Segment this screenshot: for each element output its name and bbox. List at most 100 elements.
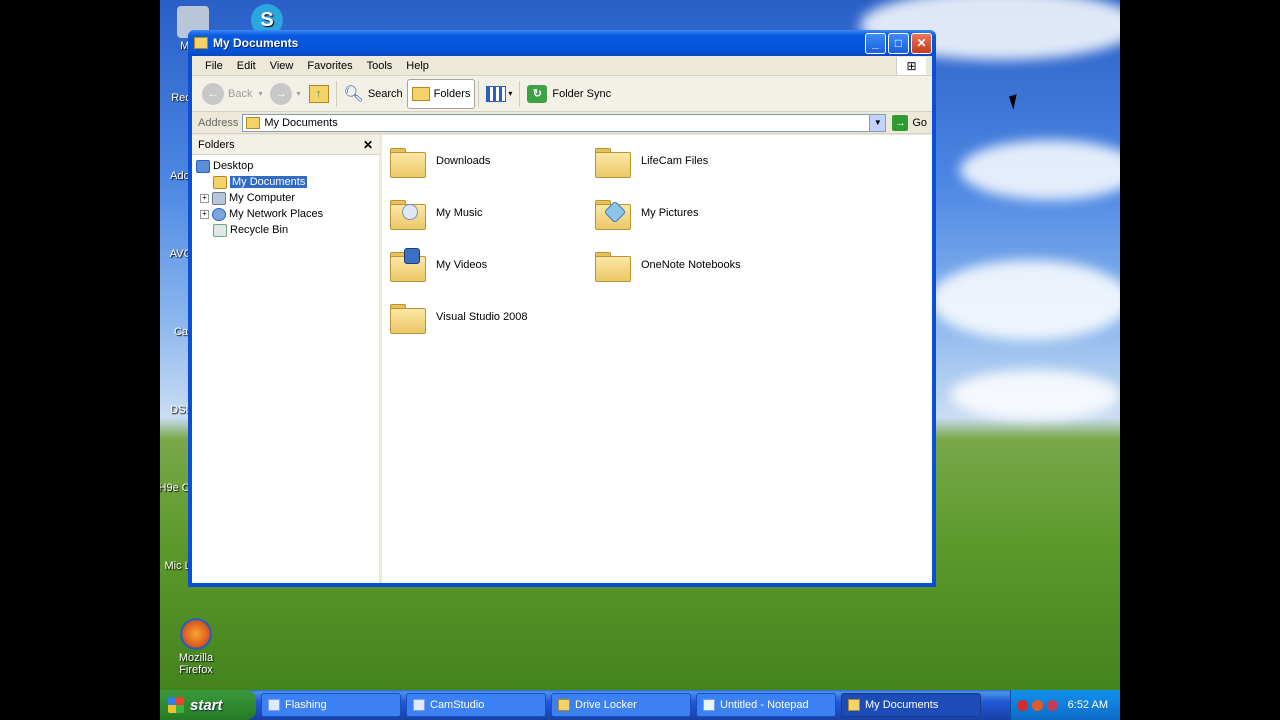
- folders-button[interactable]: Folders: [406, 78, 476, 109]
- windows-flag-icon: [168, 697, 184, 713]
- go-arrow-icon: →: [892, 114, 909, 131]
- chevron-down-icon: ▾: [258, 89, 263, 98]
- tree-item-network-places[interactable]: + My Network Places: [192, 206, 379, 222]
- menu-file[interactable]: File: [198, 60, 230, 72]
- windows-logo-icon: ⊞: [896, 57, 926, 75]
- explorer-window: My Documents _ □ ✕ File Edit View Favori…: [188, 30, 936, 587]
- folder-item-my-pictures[interactable]: My Pictures: [595, 193, 795, 233]
- menu-view[interactable]: View: [263, 60, 301, 72]
- taskbar-item-drive-locker[interactable]: Drive Locker: [551, 693, 691, 717]
- music-folder-icon: [390, 198, 426, 230]
- firefox-icon: [180, 618, 212, 650]
- address-value: My Documents: [264, 116, 338, 129]
- folder-icon: [848, 699, 860, 711]
- folder-icon: [390, 146, 426, 178]
- chevron-down-icon: ▾: [508, 89, 513, 98]
- chevron-down-icon: ▾: [296, 89, 301, 98]
- videos-folder-icon: [390, 248, 426, 282]
- folders-pane-header: Folders ✕: [192, 135, 379, 155]
- app-icon: [268, 699, 280, 711]
- back-button[interactable]: ← Back ▾: [198, 79, 266, 109]
- network-tray-icon[interactable]: [1031, 699, 1043, 711]
- cloud: [950, 370, 1120, 420]
- folder-icon: [390, 302, 426, 334]
- picture-icon: [603, 200, 627, 224]
- folder-tree: Desktop My Documents + My Computer + My …: [192, 155, 379, 238]
- search-icon: 🔍︎: [343, 85, 364, 103]
- menu-favorites[interactable]: Favorites: [300, 60, 359, 72]
- folder-item-downloads[interactable]: Downloads: [390, 141, 590, 181]
- tree-item-desktop[interactable]: Desktop: [192, 158, 379, 174]
- notepad-icon: [703, 699, 715, 711]
- folder-item-onenote-notebooks[interactable]: OneNote Notebooks: [595, 245, 795, 285]
- menu-help[interactable]: Help: [399, 60, 436, 72]
- taskbar-item-camstudio[interactable]: CamStudio: [406, 693, 546, 717]
- views-icon: [486, 85, 507, 102]
- title-bar[interactable]: My Documents _ □ ✕: [188, 30, 936, 56]
- up-button[interactable]: ↑: [305, 79, 333, 109]
- close-icon[interactable]: ✕: [363, 138, 373, 152]
- toolbar-separator: [335, 80, 337, 107]
- menu-edit[interactable]: Edit: [230, 60, 263, 72]
- folder-icon: [558, 699, 570, 711]
- cloud: [930, 260, 1120, 340]
- taskbar-item-flashing[interactable]: Flashing: [261, 693, 401, 717]
- address-input[interactable]: My Documents ▼: [242, 113, 887, 132]
- expand-icon[interactable]: +: [200, 209, 209, 219]
- letterbox-right: [1120, 0, 1280, 720]
- sync-icon: ↻: [527, 84, 548, 103]
- folder-icon: [194, 37, 208, 49]
- menu-bar: File Edit View Favorites Tools Help ⊞: [192, 56, 932, 76]
- forward-arrow-icon: →: [270, 82, 293, 105]
- cloud: [960, 140, 1120, 200]
- desktop-icon: [196, 159, 210, 173]
- maximize-button[interactable]: □: [888, 32, 909, 54]
- tray-app-icon[interactable]: [1046, 699, 1058, 711]
- address-dropdown-button[interactable]: ▼: [869, 114, 886, 131]
- folder-item-my-videos[interactable]: My Videos: [390, 245, 590, 285]
- folders-pane-title: Folders: [198, 138, 235, 151]
- address-label: Address: [198, 116, 239, 129]
- clock: 6:52 AM: [1067, 699, 1108, 711]
- taskbar-item-notepad[interactable]: Untitled - Notepad: [696, 693, 836, 717]
- folder-up-icon: ↑: [308, 84, 329, 103]
- back-arrow-icon: ←: [202, 82, 224, 105]
- folder-item-visual-studio-2008[interactable]: Visual Studio 2008: [390, 297, 590, 337]
- system-tray: 6:52 AM: [1010, 690, 1120, 720]
- folder-icon: [595, 146, 631, 178]
- start-button[interactable]: start: [160, 690, 256, 720]
- folder-icon: [213, 175, 227, 189]
- menu-tools[interactable]: Tools: [360, 60, 400, 72]
- recycle-bin-icon: [213, 223, 227, 237]
- film-icon: [404, 248, 420, 264]
- close-button[interactable]: ✕: [911, 32, 932, 54]
- taskbar-item-my-documents[interactable]: My Documents: [841, 693, 981, 717]
- desktop: My C Rec Adob AVG Ca DSL H9e Cor Mic Lif…: [160, 0, 1120, 720]
- security-shield-icon[interactable]: [1016, 699, 1028, 711]
- go-button[interactable]: → Go: [892, 114, 927, 131]
- folder-item-my-music[interactable]: My Music: [390, 193, 590, 233]
- folders-pane: Folders ✕ Desktop My Documents + My Comp…: [192, 135, 382, 583]
- tree-item-my-computer[interactable]: + My Computer: [192, 190, 379, 206]
- folders-icon: [411, 86, 430, 101]
- folder-sync-button[interactable]: ↻ Folder Sync: [523, 79, 615, 109]
- forward-button[interactable]: → ▾: [266, 79, 304, 109]
- folder-item-lifecam-files[interactable]: LifeCam Files: [595, 141, 795, 181]
- toolbar: ← Back ▾ → ▾ ↑ 🔍︎ Search Folders ▾ ↻ Fol…: [192, 76, 932, 112]
- pictures-folder-icon: [595, 198, 631, 230]
- minimize-button[interactable]: _: [865, 32, 886, 54]
- music-note-icon: [402, 204, 418, 220]
- desktop-icon-firefox[interactable]: Mozilla Firefox: [161, 618, 231, 676]
- expand-icon[interactable]: +: [200, 193, 209, 203]
- tree-item-recycle-bin[interactable]: Recycle Bin: [192, 222, 379, 238]
- camstudio-icon: [413, 699, 425, 711]
- mouse-cursor-icon: [1009, 94, 1021, 110]
- views-button[interactable]: ▾: [482, 79, 516, 109]
- toolbar-separator: [519, 80, 521, 107]
- toolbar-separator: [478, 80, 480, 107]
- address-bar: Address My Documents ▼ → Go: [192, 112, 932, 134]
- folder-icon: [595, 250, 631, 282]
- network-icon: [212, 207, 226, 221]
- search-button[interactable]: 🔍︎ Search: [340, 79, 407, 109]
- tree-item-my-documents[interactable]: My Documents: [192, 174, 379, 190]
